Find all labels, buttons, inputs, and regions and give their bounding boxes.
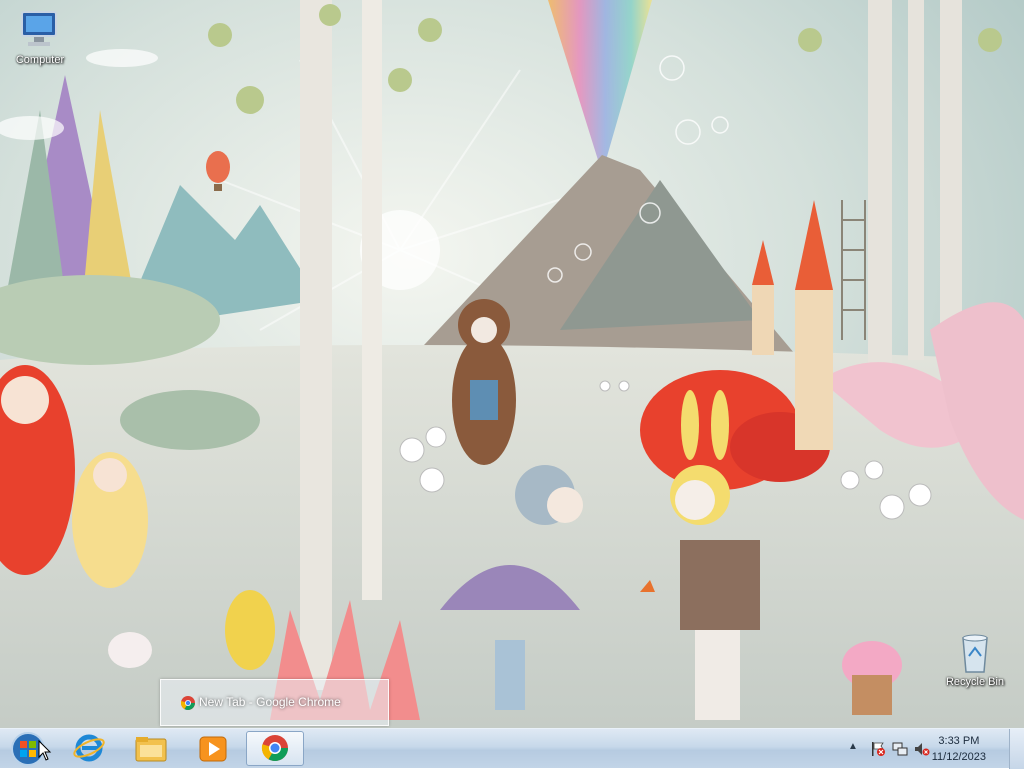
desktop-wallpaper [0, 0, 1024, 728]
cloud [86, 49, 158, 67]
clock-time: 3:33 PM [938, 735, 980, 747]
clock[interactable]: 3:33 PM 11/12/2023 [932, 733, 986, 765]
birch-tree [908, 0, 924, 360]
birch-tree [868, 0, 892, 380]
taskbar-button-internet-explorer[interactable] [62, 731, 116, 766]
birch-tree [362, 0, 382, 600]
taskbar-button-chrome[interactable] [246, 731, 304, 766]
mouse-cursor-icon [38, 740, 52, 761]
hill-left-2 [120, 390, 260, 450]
show-hidden-icons-icon[interactable]: ▲ [848, 741, 858, 752]
taskbar: ▲ 3:33 PM 11/12/2023 [0, 728, 1024, 769]
tower [795, 290, 833, 450]
tower-small [752, 285, 774, 355]
volume-muted-icon[interactable] [914, 741, 930, 757]
preview-title: New Tab - Google Chrome [199, 695, 341, 709]
bird [225, 590, 275, 670]
file-explorer-icon [135, 737, 167, 762]
computer-icon [21, 11, 57, 46]
show-desktop-button[interactable] [1009, 729, 1024, 769]
chrome-icon [261, 735, 289, 762]
desktop-icon-label: Recycle Bin [945, 676, 1005, 688]
chicken [108, 632, 152, 668]
desktop-icon-label: Computer [15, 54, 65, 66]
birch-tree [300, 0, 332, 690]
chrome-icon [181, 696, 195, 710]
desktop[interactable]: Computer Recycle Bin New Tab - Google Ch… [0, 0, 1024, 728]
clock-date: 11/12/2023 [931, 751, 986, 763]
desktop-icon-recycle-bin[interactable]: Recycle Bin [937, 630, 1013, 688]
taskbar-button-media-player[interactable] [186, 731, 240, 766]
network-icon[interactable] [892, 741, 908, 757]
internet-explorer-icon [73, 734, 105, 762]
action-center-flag-icon[interactable] [870, 741, 886, 757]
taskbar-button-file-explorer[interactable] [124, 731, 178, 766]
recycle-bin-icon [962, 634, 988, 673]
media-player-icon [199, 736, 227, 762]
desktop-icon-computer[interactable]: Computer [2, 8, 78, 66]
taskbar-preview-chrome[interactable]: New Tab - Google Chrome [160, 679, 389, 726]
bear-character [452, 299, 516, 465]
system-tray: ▲ 3:33 PM 11/12/2023 [834, 729, 1024, 769]
